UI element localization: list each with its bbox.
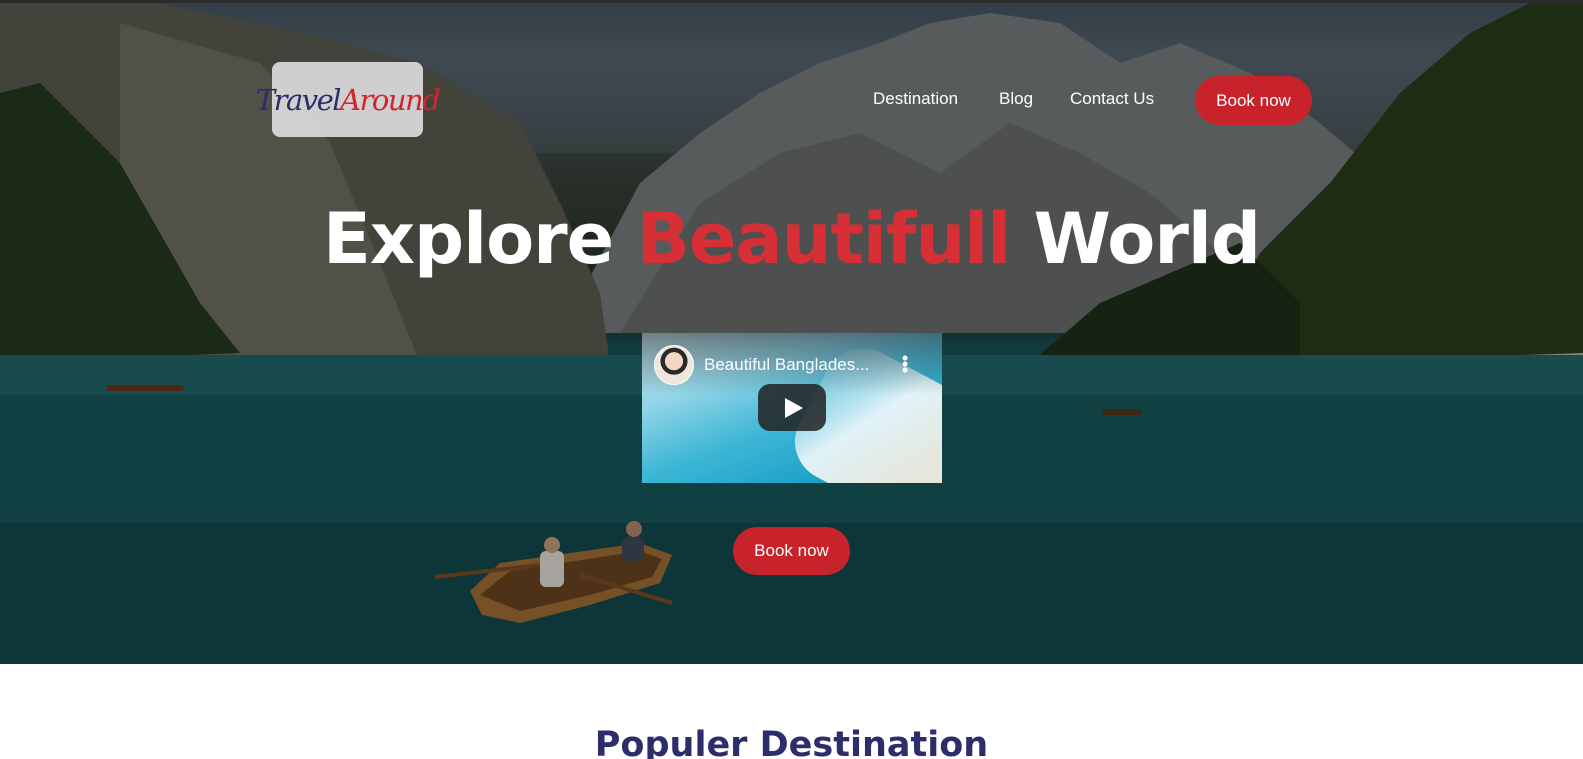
nav-link-contact-us[interactable]: Contact Us <box>1070 89 1154 109</box>
nav-link-blog[interactable]: Blog <box>999 89 1033 109</box>
nav-link-destination[interactable]: Destination <box>873 89 958 109</box>
channel-avatar[interactable] <box>654 345 694 385</box>
logo-text-around: Around <box>340 82 441 117</box>
play-icon[interactable] <box>758 384 826 431</box>
youtube-video-embed[interactable]: Beautiful Banglades... • • • <box>642 333 942 483</box>
logo-text-travel: Travel <box>255 82 342 117</box>
headline-beautifull: Beautifull <box>636 198 1012 280</box>
more-options-icon[interactable]: • • • <box>900 349 910 379</box>
hero-headline: Explore Beautifull World <box>0 198 1583 280</box>
popular-destination-heading: Populer Destination <box>594 725 989 759</box>
travelaround-logo[interactable]: Travel Around <box>256 62 441 137</box>
headline-world: World <box>1033 198 1261 280</box>
hero-section: Travel Around Destination Blog Contact Us… <box>0 0 1583 664</box>
hero-book-now-button[interactable]: Book now <box>733 527 850 575</box>
video-title[interactable]: Beautiful Banglades... <box>704 355 869 375</box>
headline-explore: Explore <box>323 198 614 280</box>
nav-book-now-button[interactable]: Book now <box>1195 76 1312 125</box>
